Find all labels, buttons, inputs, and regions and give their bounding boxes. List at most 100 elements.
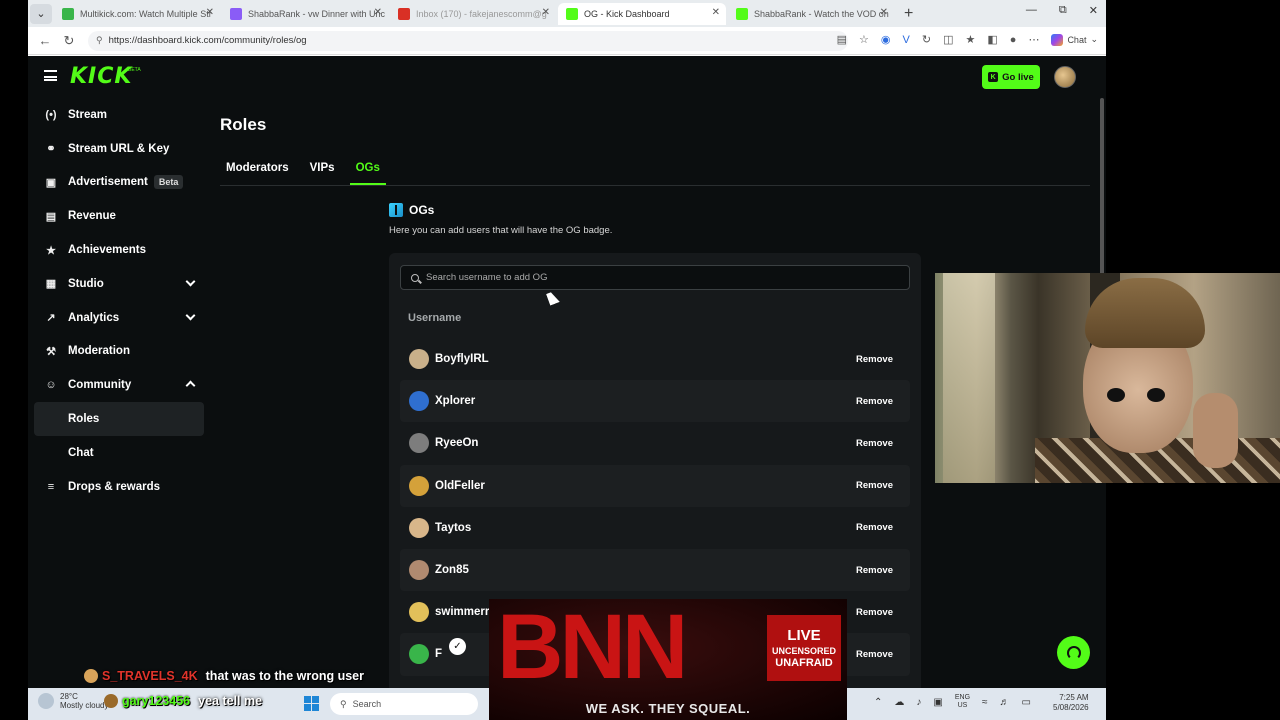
bnn-logo-letters: BNN — [497, 599, 688, 698]
taskbar-search[interactable]: ⚲ Search — [330, 693, 478, 715]
table-row: Zon85 Remove — [400, 548, 910, 592]
menu-icon[interactable] — [44, 70, 57, 81]
sidebar-item-stream[interactable]: (•) Stream — [34, 98, 204, 132]
split-screen-icon[interactable]: ◫ — [943, 33, 953, 46]
chevron-up-icon[interactable]: ⌃ — [874, 697, 882, 708]
username[interactable]: Zon85 — [435, 564, 469, 576]
kick-logo[interactable]: KICK — [70, 64, 132, 89]
extension-c-icon[interactable]: ↻ — [922, 33, 931, 46]
sidebar-subitem-roles[interactable]: Roles — [34, 402, 204, 436]
browser-tab[interactable]: Inbox (170) - fakejanescomm@g ✕ — [390, 3, 556, 25]
remove-button[interactable]: Remove — [847, 644, 902, 665]
sidebar-item-studio[interactable]: ▦ Studio — [34, 267, 204, 301]
chevron-down-icon[interactable] — [185, 310, 196, 321]
copilot-chat-button[interactable]: Chat ⌄ — [1051, 33, 1098, 46]
chevron-down-icon[interactable] — [185, 276, 196, 287]
search-input[interactable] — [426, 272, 886, 283]
sidebar-item-drops-rewards[interactable]: ≡ Drops & rewards — [34, 470, 204, 504]
browser-tab[interactable]: ShabbaRank - vw Dinner with Unc ✕ — [222, 3, 388, 25]
favorite-star-icon[interactable]: ☆ — [859, 33, 869, 46]
battery-icon[interactable]: ▭ — [1022, 697, 1031, 708]
sidebar-item-label: Analytics — [68, 311, 120, 324]
sidebar-item-advertisement[interactable]: ▣ Advertisement Beta — [34, 166, 204, 200]
chat-user-avatar — [84, 669, 98, 683]
remove-button[interactable]: Remove — [847, 517, 902, 538]
back-icon[interactable]: ← — [38, 33, 52, 48]
tab-vips[interactable]: VIPs — [304, 156, 341, 185]
remove-button[interactable]: Remove — [847, 349, 902, 370]
sidebar-item-revenue[interactable]: ▤ Revenue — [34, 199, 204, 233]
username[interactable]: OldFeller — [435, 480, 485, 492]
tab-moderators[interactable]: Moderators — [220, 156, 295, 185]
browser-tab-active[interactable]: OG - Kick Dashboard ✕ — [558, 2, 726, 25]
checkmark-icon: ✓ — [449, 638, 466, 655]
uncensored-label: UNCENSORED — [771, 646, 836, 656]
sidebar-item-community[interactable]: ☺ Community — [34, 368, 204, 402]
tab-favicon-icon — [230, 7, 242, 20]
volume-icon[interactable]: ♬ — [1000, 697, 1010, 708]
chevron-up-icon[interactable] — [185, 380, 196, 391]
new-tab-icon[interactable]: + — [904, 5, 913, 23]
collections-icon[interactable]: ◧ — [987, 33, 997, 46]
sidebar-item-analytics[interactable]: ↗ Analytics — [34, 301, 204, 335]
section-title: OGs — [409, 203, 435, 217]
username[interactable]: swimmerr — [435, 606, 489, 618]
favorites-icon[interactable]: ★ — [966, 33, 976, 46]
close-window-icon[interactable]: ✕ — [1089, 4, 1098, 17]
refresh-icon[interactable]: ↻ — [62, 33, 76, 49]
support-chat-button[interactable] — [1057, 636, 1090, 669]
url-text: https://dashboard.kick.com/community/rol… — [108, 35, 307, 46]
remove-button[interactable]: Remove — [847, 391, 902, 412]
chat-message: yea tell me — [198, 694, 263, 708]
extension-icon[interactable]: ◉ — [881, 33, 891, 46]
weather-widget[interactable]: 28°C Mostly cloudy — [38, 692, 108, 710]
search-box[interactable] — [400, 265, 910, 290]
tab-ogs[interactable]: OGs — [349, 156, 386, 185]
browser-tab[interactable]: ShabbaRank - Watch the VOD on ✕ — [728, 3, 894, 25]
username[interactable]: BoyflyIRL — [435, 353, 489, 365]
minimize-icon[interactable]: — — [1026, 4, 1037, 17]
reader-icon[interactable]: ▤ — [837, 33, 847, 46]
close-tab-icon[interactable]: ✕ — [542, 7, 550, 18]
cloud-icon[interactable]: ☁ — [894, 697, 904, 708]
remove-button[interactable]: Remove — [847, 475, 902, 496]
remove-button[interactable]: Remove — [847, 602, 902, 623]
table-row: Xplorer Remove — [400, 380, 910, 423]
close-tab-icon[interactable]: ✕ — [206, 7, 214, 18]
profile-icon[interactable]: ● — [1010, 34, 1017, 46]
column-header-username: Username — [408, 312, 462, 324]
chat-overlay-message: gary123456 yea tell me — [104, 694, 262, 708]
windows-start-icon[interactable] — [304, 696, 319, 711]
browser-tab[interactable]: Multikick.com: Watch Multiple Str ✕ — [54, 3, 220, 25]
remove-button[interactable]: Remove — [847, 560, 902, 581]
extension-v-icon[interactable]: V — [903, 34, 910, 46]
table-row: RyeeOn Remove — [400, 422, 910, 464]
site-info-icon[interactable]: ⚲ — [96, 35, 103, 46]
more-icon[interactable]: ⋯ — [1028, 33, 1039, 46]
microphone-icon[interactable]: ♪ — [916, 697, 921, 708]
user-avatar[interactable] — [1054, 66, 1076, 88]
username[interactable]: RyeeOn — [435, 437, 478, 449]
close-tab-icon[interactable]: ✕ — [374, 7, 382, 18]
revenue-icon: ▤ — [45, 210, 57, 223]
remove-button[interactable]: Remove — [847, 433, 902, 454]
taskbar-clock[interactable]: 7:25 AM 5/08/2026 — [1053, 693, 1089, 713]
go-live-button[interactable]: K Go live — [982, 65, 1040, 89]
display-icon[interactable]: ▣ — [933, 697, 942, 708]
close-tab-icon[interactable]: ✕ — [712, 7, 720, 18]
restore-icon[interactable]: ⧉ — [1059, 4, 1067, 17]
sidebar-subitem-chat[interactable]: Chat — [34, 436, 204, 470]
sidebar-item-stream-url-key[interactable]: ⚭ Stream URL & Key — [34, 132, 204, 166]
role-tabs: Moderators VIPs OGs — [220, 156, 386, 185]
language-indicator[interactable]: ENG US — [955, 694, 970, 710]
sidebar-item-moderation[interactable]: ⚒ Moderation — [34, 335, 204, 369]
tab-actions-menu-icon[interactable]: ⌄ — [30, 3, 52, 24]
username[interactable]: F — [435, 648, 442, 660]
wifi-icon[interactable]: ≈ — [982, 697, 988, 708]
username[interactable]: Xplorer — [435, 395, 475, 407]
sidebar-item-achievements[interactable]: ★ Achievements — [34, 233, 204, 267]
username[interactable]: Taytos — [435, 522, 471, 534]
url-field[interactable]: ⚲ https://dashboard.kick.com/community/r… — [88, 30, 848, 51]
close-tab-icon[interactable]: ✕ — [880, 7, 888, 18]
beta-badge: Beta — [153, 175, 184, 190]
